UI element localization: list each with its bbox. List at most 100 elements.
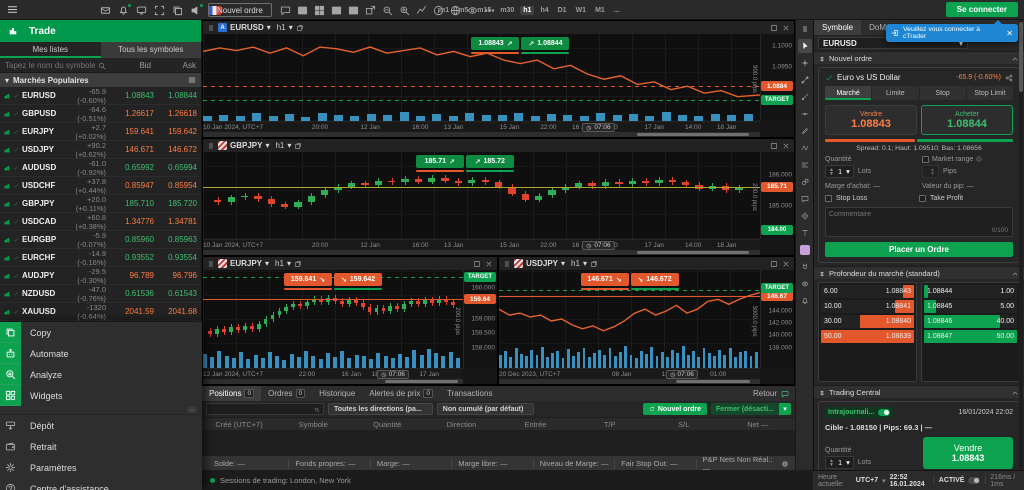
buy-button[interactable]: Acheter 1.08844	[921, 105, 1013, 135]
close-icon[interactable]	[782, 259, 790, 268]
direction-filter-select[interactable]: Toutes les directions (pa...	[328, 403, 433, 415]
scrollbar-handle[interactable]	[385, 380, 458, 383]
brush-icon[interactable]	[798, 124, 812, 138]
chevron-down-icon[interactable]: ▾	[267, 23, 271, 32]
chevron-up-icon[interactable]	[1011, 387, 1019, 396]
order-section-header[interactable]: Nouvel ordre	[814, 51, 1024, 64]
watchlist-row-nzdusd[interactable]: NZDUSD-47.0 (-0.76%)0.615360.61543	[0, 285, 201, 303]
bid-price[interactable]: 2041.59	[114, 307, 154, 316]
list-icon[interactable]	[188, 76, 196, 85]
dom-bid-row[interactable]: 50.001.08839	[821, 330, 914, 343]
watchlist-group-header[interactable]: ▾ Marchés Populaires	[0, 73, 201, 87]
price-axis[interactable]: 160.000159.000158.500158.000159.64TARGET	[463, 270, 497, 368]
tab-alertes-de-prix[interactable]: Alertes de prix0	[362, 386, 440, 401]
chart-scrollbar[interactable]	[499, 379, 760, 384]
chart-scrollbar[interactable]	[203, 250, 760, 255]
new-order-button[interactable]: Nouvel ordre	[208, 3, 272, 17]
tab-positions[interactable]: Positions0	[202, 386, 261, 401]
monitor-icon[interactable]	[136, 5, 147, 16]
watchlist-row-eurjpy[interactable]: EURJPY+2.7 (+0.02%)159.641159.642	[0, 123, 201, 141]
close-icon[interactable]	[485, 259, 493, 268]
timeframe-m5[interactable]: m5	[455, 6, 471, 15]
mail-icon[interactable]	[100, 5, 111, 16]
close-icon[interactable]: ✕	[1006, 29, 1013, 38]
chart-sell-button[interactable]: 1.08843↗	[471, 37, 519, 50]
chart-timeframe[interactable]: h1	[571, 259, 580, 268]
comment-textarea[interactable]: Commentaire 0/100	[825, 207, 1013, 237]
chart-eurjpy[interactable]: EURJPY▾h1▾159.641↘↘159.642160.000159.000…	[202, 256, 498, 385]
dom-bid-row[interactable]: 30.001.08840	[821, 315, 914, 328]
bell-icon[interactable]	[118, 5, 129, 16]
watchlist-row-usdjpy[interactable]: USDJPY+90.2 (+0.62%)146.671146.672	[0, 141, 201, 159]
color-swatch[interactable]	[798, 243, 812, 257]
chart-scrollbar[interactable]	[203, 379, 463, 384]
watchlist-row-usdcad[interactable]: USDCAD+60.8 (+0.38%)1.347761.34781	[0, 213, 201, 231]
stop-loss-checkbox[interactable]	[825, 195, 832, 202]
annotation-icon[interactable]	[798, 192, 812, 206]
pattern-icon[interactable]	[798, 141, 812, 155]
ask-price[interactable]: 96.796	[157, 271, 197, 280]
tc-quantity-stepper[interactable]: ▲▼ 1 ▾	[825, 456, 854, 469]
bid-price[interactable]: 185.710	[114, 199, 154, 208]
ask-price[interactable]: 0.93554	[157, 253, 197, 262]
timeframe-more[interactable]: ...	[611, 6, 623, 15]
chevron-down-icon[interactable]: ▾	[287, 259, 291, 268]
popup-icon[interactable]	[294, 141, 302, 150]
chart-symbol[interactable]: USDJPY	[526, 259, 558, 268]
hamburger-menu-icon[interactable]	[7, 4, 18, 15]
dom-ask-row[interactable]: 1.088455.00	[924, 300, 1017, 313]
nav-item-param-tres[interactable]: Paramètres	[0, 457, 202, 478]
chevron-down-icon[interactable]: ▾	[846, 167, 850, 176]
bid-price[interactable]: 0.93552	[114, 253, 154, 262]
ask-price[interactable]: 0.85963	[157, 235, 197, 244]
trendline-icon[interactable]	[798, 73, 812, 87]
bid-price[interactable]: 1.34776	[114, 217, 154, 226]
chevron-down-icon[interactable]: ▾	[265, 141, 269, 150]
chat-icon[interactable]	[280, 5, 291, 16]
tab-symbole[interactable]: Symbole	[814, 20, 861, 35]
chart-buy-button[interactable]: ↗1.08844	[521, 37, 569, 50]
maximize-icon[interactable]	[770, 141, 778, 150]
positions-search-input[interactable]	[210, 406, 312, 413]
zoom-in-icon[interactable]	[399, 5, 410, 16]
trading-central-header[interactable]: Trading Central	[814, 385, 1024, 398]
chart-symbol[interactable]: EURJPY	[230, 259, 262, 268]
chart-buy-button[interactable]: ↗185.72	[466, 155, 514, 168]
chart-timeframe[interactable]: h1	[277, 23, 286, 32]
chart-link-icon[interactable]	[218, 259, 227, 268]
order-type-stop-limit[interactable]: Stop Limit	[967, 86, 1013, 100]
nav-item-analyze[interactable]: Analyze	[0, 364, 202, 385]
connect-button[interactable]: Se connecter	[946, 2, 1018, 17]
ask-price[interactable]: 1.08844	[157, 91, 197, 100]
chart-symbol[interactable]: GBPJPY	[230, 141, 262, 150]
chart-symbol[interactable]: EURUSD	[230, 23, 264, 32]
bid-price[interactable]: 159.641	[114, 127, 154, 136]
timeframe-m15[interactable]: m15	[474, 6, 494, 15]
popup-icon[interactable]	[590, 259, 598, 268]
watchlist-row-xauusd[interactable]: XAUUSD-1320 (-0.64%)2041.592041.68	[0, 303, 201, 321]
chevron-up-icon[interactable]	[1011, 268, 1019, 277]
watchlist-row-eurusd[interactable]: EURUSD-65.9 (-0.60%)1.088431.08844	[0, 87, 201, 105]
target-icon[interactable]	[798, 209, 812, 223]
tab-transactions[interactable]: Transactions	[440, 386, 500, 401]
eye-icon[interactable]	[798, 277, 812, 291]
bid-price[interactable]: 0.85960	[114, 235, 154, 244]
ask-price[interactable]: 0.65994	[157, 163, 197, 172]
order-type-stop[interactable]: Stop	[920, 86, 967, 100]
ask-price[interactable]: 159.642	[157, 127, 197, 136]
hline-icon[interactable]	[798, 107, 812, 121]
dom-section-header[interactable]: Profondeur du marché (standard)	[814, 266, 1024, 279]
order-type-marché[interactable]: Marché	[825, 86, 872, 100]
dragdots-icon[interactable]	[207, 23, 215, 32]
pips-input[interactable]: ▲▼	[922, 165, 939, 178]
popup-icon[interactable]	[296, 23, 304, 32]
quantity-stepper[interactable]: ▲▼ 1 ▾	[825, 165, 854, 178]
price-axis[interactable]: 144.000142.000140.000138.000146.67TARGET	[760, 270, 794, 368]
chevron-up-icon[interactable]	[1011, 53, 1019, 62]
fullscreen-icon[interactable]	[154, 5, 165, 16]
timeframe-W1[interactable]: W1	[573, 6, 590, 15]
right-panel-scrollbar[interactable]	[1019, 20, 1023, 470]
chart-plot-eurjpy[interactable]: 159.641↘↘159.642	[203, 270, 463, 368]
trade-nav-button[interactable]: Trade	[0, 20, 201, 42]
tab-tous-les-symboles[interactable]: Tous les symboles	[101, 42, 202, 58]
